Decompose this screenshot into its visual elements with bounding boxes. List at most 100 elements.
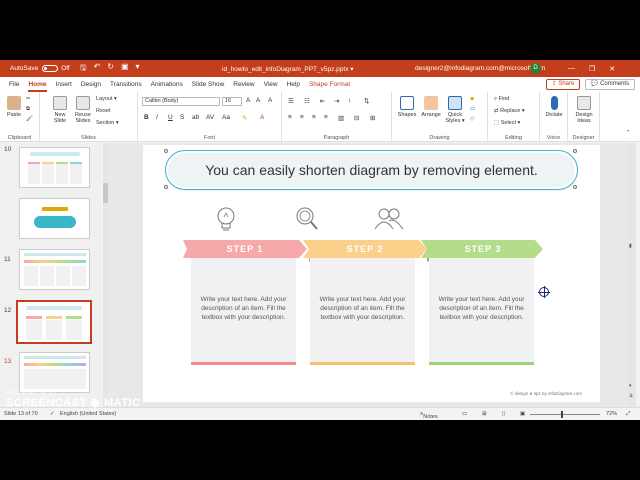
- bullets-icon[interactable]: ☰: [288, 97, 294, 105]
- collapse-ribbon-icon[interactable]: ⌃: [626, 130, 631, 136]
- present-icon[interactable]: ▣: [121, 62, 129, 76]
- tab-animations[interactable]: Animations: [151, 77, 183, 92]
- cut-icon[interactable]: ✂: [26, 96, 31, 102]
- step-3-card[interactable]: Write your text here. Add your descripti…: [429, 258, 534, 365]
- tab-file[interactable]: File: [9, 77, 19, 92]
- char-spacing-icon[interactable]: AV: [206, 114, 214, 121]
- tab-insert[interactable]: Insert: [56, 77, 72, 92]
- resize-handle[interactable]: [573, 149, 577, 153]
- increase-indent-icon[interactable]: ⇥: [334, 97, 339, 105]
- zoom-slider-knob[interactable]: [561, 411, 563, 418]
- tab-help[interactable]: Help: [287, 77, 300, 92]
- shape-outline-icon[interactable]: ▭: [470, 106, 475, 112]
- minimize-button[interactable]: —: [568, 65, 575, 73]
- shadow-icon[interactable]: ab: [192, 114, 199, 121]
- reset-button[interactable]: Reset: [96, 108, 110, 114]
- language-indicator[interactable]: English (United States): [60, 411, 116, 417]
- share-button[interactable]: ⇪ Share: [546, 79, 580, 90]
- quick-styles-button[interactable]: Quick Styles ▾: [444, 96, 466, 124]
- tab-transitions[interactable]: Transitions: [110, 77, 142, 92]
- close-button[interactable]: ✕: [609, 65, 615, 73]
- select-button[interactable]: ⬚ Select ▾: [494, 120, 520, 126]
- slide-title[interactable]: You can easily shorten diagram by removi…: [205, 162, 538, 178]
- resize-handle[interactable]: [573, 185, 577, 189]
- align-center-icon[interactable]: ≡: [300, 114, 304, 121]
- reading-view-icon[interactable]: ▯: [502, 411, 505, 417]
- scroll-thumb[interactable]: ▮: [629, 243, 632, 249]
- tab-view[interactable]: View: [264, 77, 278, 92]
- notes-button[interactable]: ≡ Notes: [420, 411, 438, 420]
- font-name-select[interactable]: Calibri (Body): [142, 97, 220, 106]
- align-right-icon[interactable]: ≡: [312, 114, 316, 121]
- step-1-header[interactable]: STEP 1: [183, 240, 307, 262]
- design-ideas-button[interactable]: Design Ideas: [571, 96, 597, 124]
- slide-thumbnail-14[interactable]: [19, 352, 90, 393]
- slide-scrollbar[interactable]: ▮ ▾ ⇊: [628, 143, 636, 407]
- user-email[interactable]: designer2@infodiagram.com@microsoft.com: [415, 65, 545, 72]
- slide-thumbnail-10[interactable]: [19, 147, 90, 188]
- zoom-slider[interactable]: [530, 414, 600, 415]
- next-slide-icon[interactable]: ⇊: [629, 393, 633, 399]
- step-3-header[interactable]: STEP 3: [421, 240, 545, 262]
- resize-handle[interactable]: [164, 185, 168, 189]
- find-button[interactable]: ⌕ Find: [494, 96, 509, 103]
- strikethrough-icon[interactable]: S: [180, 114, 184, 121]
- shrink-font-icon[interactable]: A: [256, 97, 260, 104]
- font-color-icon[interactable]: A: [260, 114, 264, 121]
- tab-slide-show[interactable]: Slide Show: [192, 77, 225, 92]
- step-2-card[interactable]: Write your text here. Add your descripti…: [310, 258, 415, 365]
- zoom-level[interactable]: 72%: [606, 411, 617, 417]
- slide-thumbnail-11[interactable]: [19, 198, 90, 239]
- arrange-button[interactable]: Arrange: [420, 96, 442, 118]
- slideshow-icon[interactable]: ▣: [520, 411, 525, 417]
- slide-title-shape[interactable]: You can easily shorten diagram by removi…: [165, 150, 578, 190]
- slide-thumbnail-13[interactable]: [16, 300, 92, 344]
- normal-view-icon[interactable]: ▭: [462, 411, 467, 417]
- resize-handle[interactable]: [164, 149, 168, 153]
- autosave-toggle[interactable]: [42, 65, 59, 72]
- tab-shape-format[interactable]: Shape Format: [309, 77, 350, 92]
- dictate-button[interactable]: Dictate: [543, 96, 565, 118]
- tab-review[interactable]: Review: [233, 77, 254, 92]
- save-icon[interactable]: 🖫: [80, 62, 87, 76]
- customize-qat-icon[interactable]: ▾: [136, 62, 140, 76]
- clear-format-icon[interactable]: A: [268, 97, 272, 104]
- document-name[interactable]: id_howto_edit_infoDiagram_PPT_v5pz.pptx …: [222, 65, 354, 73]
- fit-slide-icon[interactable]: ⤢: [626, 411, 630, 418]
- justify-icon[interactable]: ≡: [324, 114, 328, 121]
- columns-icon[interactable]: ▥: [338, 114, 344, 122]
- step-2-description[interactable]: Write your text here. Add your descripti…: [316, 295, 409, 322]
- shapes-button[interactable]: Shapes: [396, 96, 418, 118]
- restore-button[interactable]: ❐: [589, 65, 595, 73]
- replace-button[interactable]: ⇄ Replace ▾: [494, 108, 525, 114]
- copy-icon[interactable]: ⧉: [26, 106, 30, 113]
- text-direction-icon[interactable]: ⇅: [364, 97, 369, 105]
- highlight-icon[interactable]: ✎: [242, 114, 247, 122]
- decrease-indent-icon[interactable]: ⇤: [320, 97, 325, 105]
- numbering-icon[interactable]: ☷: [304, 97, 310, 105]
- step-1-card[interactable]: Write your text here. Add your descripti…: [191, 258, 296, 365]
- align-text-icon[interactable]: ⊟: [354, 114, 359, 122]
- slide[interactable]: You can easily shorten diagram by removi…: [143, 145, 600, 402]
- shape-fill-icon[interactable]: ◆: [470, 96, 474, 102]
- layout-button[interactable]: Layout ▾: [96, 96, 117, 102]
- section-button[interactable]: Section ▾: [96, 120, 119, 126]
- tab-design[interactable]: Design: [81, 77, 101, 92]
- step-2-header[interactable]: STEP 2: [303, 240, 427, 262]
- spellcheck-icon[interactable]: ✓: [50, 411, 55, 417]
- bold-icon[interactable]: B: [144, 114, 149, 121]
- align-left-icon[interactable]: ≡: [288, 114, 292, 121]
- underline-icon[interactable]: U: [168, 114, 173, 121]
- step-1-description[interactable]: Write your text here. Add your descripti…: [197, 295, 290, 322]
- format-painter-icon[interactable]: 🖌: [26, 116, 33, 122]
- reuse-slides-button[interactable]: Reuse Slides: [73, 96, 93, 124]
- grow-font-icon[interactable]: A: [246, 97, 250, 104]
- shape-effects-icon[interactable]: ◇: [470, 116, 474, 122]
- italic-icon[interactable]: I: [156, 114, 158, 121]
- step-3-description[interactable]: Write your text here. Add your descripti…: [435, 295, 528, 322]
- avatar[interactable]: D: [530, 63, 541, 74]
- redo-icon[interactable]: ↻: [107, 62, 114, 76]
- change-case-icon[interactable]: Aa: [222, 114, 230, 121]
- slide-thumbnail-12[interactable]: [19, 249, 90, 290]
- undo-icon[interactable]: ↶: [94, 62, 101, 76]
